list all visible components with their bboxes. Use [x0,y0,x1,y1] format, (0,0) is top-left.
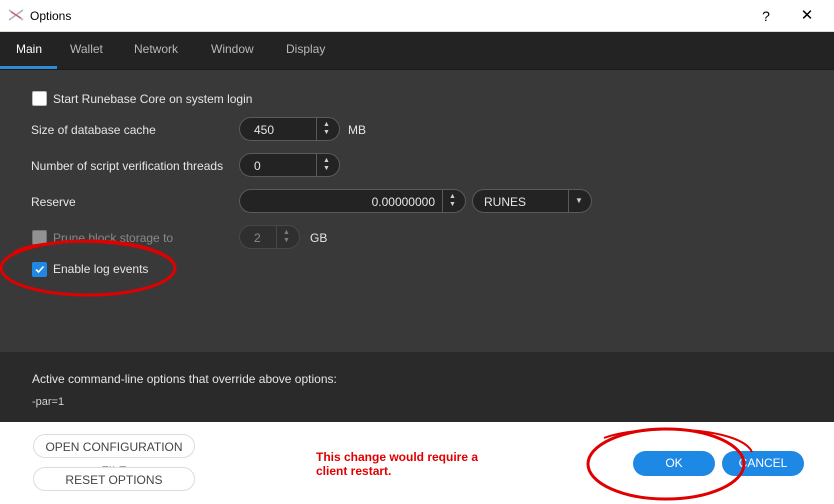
log-events-label: Enable log events [53,262,149,276]
prune-size-spinbox[interactable]: 2 ▲ ▼ [239,225,300,249]
step-down-icon[interactable]: ▼ [449,201,456,208]
close-button[interactable]: ✕ [797,6,817,26]
log-events-checkbox[interactable] [32,262,47,277]
script-threads-label: Number of script verification threads [31,159,224,173]
reset-options-button[interactable]: RESET OPTIONS [33,467,195,491]
reserve-unit-select[interactable]: RUNES ▼ [472,189,592,213]
script-threads-spinbox[interactable]: 0 ▲ ▼ [239,153,340,177]
prune-label: Prune block storage to [53,231,174,245]
prune-size-value: 2 [254,231,261,245]
tab-wallet[interactable]: Wallet [70,42,103,56]
tab-main[interactable]: Main [16,42,42,56]
help-button[interactable]: ? [756,6,776,26]
db-cache-label: Size of database cache [31,123,156,137]
start-on-login-label: Start Runebase Core on system login [53,92,253,106]
reserve-amount-field[interactable]: 0.00000000 ▲ ▼ [239,189,466,213]
restart-warning: This change would require a client resta… [316,450,506,478]
reserve-value: 0.00000000 [371,195,435,209]
cancel-button[interactable]: CANCEL [722,451,804,476]
ok-button[interactable]: OK [633,451,715,476]
step-down-icon[interactable]: ▼ [323,165,330,172]
prune-size-stepper[interactable]: ▲ ▼ [276,226,299,248]
open-config-button[interactable]: OPEN CONFIGURATION FILE [33,434,195,478]
step-up-icon[interactable]: ▲ [323,157,330,164]
command-line-options-panel: Active command-line options that overrid… [0,352,834,422]
chevron-down-icon: ▼ [575,196,583,205]
main-settings-panel: Start Runebase Core on system login Size… [0,70,834,352]
runebase-logo-icon [8,8,24,22]
reserve-stepper[interactable]: ▲ ▼ [442,190,465,212]
step-up-icon[interactable]: ▲ [449,193,456,200]
tab-network[interactable]: Network [134,42,178,56]
db-cache-stepper[interactable]: ▲ ▼ [316,118,339,140]
step-up-icon[interactable]: ▲ [323,121,330,128]
tab-bar: Main Wallet Network Window Display [0,32,834,70]
active-tab-indicator [0,66,57,69]
db-cache-unit: MB [348,123,366,137]
window-title: Options [30,9,72,23]
start-on-login-checkbox[interactable] [32,91,47,106]
check-icon [35,265,45,274]
command-line-options-value: -par=1 [32,396,65,408]
db-cache-value: 450 [254,123,275,137]
prune-unit: GB [310,231,328,245]
script-threads-stepper[interactable]: ▲ ▼ [316,154,339,176]
restart-warning-line1: This change would require a [316,450,479,464]
title-bar: Options ? ✕ [0,0,834,32]
restart-warning-line2: client restart. [316,464,392,478]
tab-display[interactable]: Display [286,42,325,56]
reserve-unit-value: RUNES [484,195,527,209]
step-down-icon[interactable]: ▼ [283,237,290,244]
step-up-icon[interactable]: ▲ [283,229,290,236]
dialog-footer: OPEN CONFIGURATION FILE RESET OPTIONS Th… [0,422,834,504]
db-cache-spinbox[interactable]: 450 ▲ ▼ [239,117,340,141]
prune-checkbox[interactable] [32,230,47,245]
reserve-label: Reserve [31,195,76,209]
command-line-options-title: Active command-line options that overrid… [32,372,337,386]
tab-window[interactable]: Window [211,42,254,56]
script-threads-value: 0 [254,159,261,173]
dropdown-arrow[interactable]: ▼ [568,190,591,212]
step-down-icon[interactable]: ▼ [323,129,330,136]
